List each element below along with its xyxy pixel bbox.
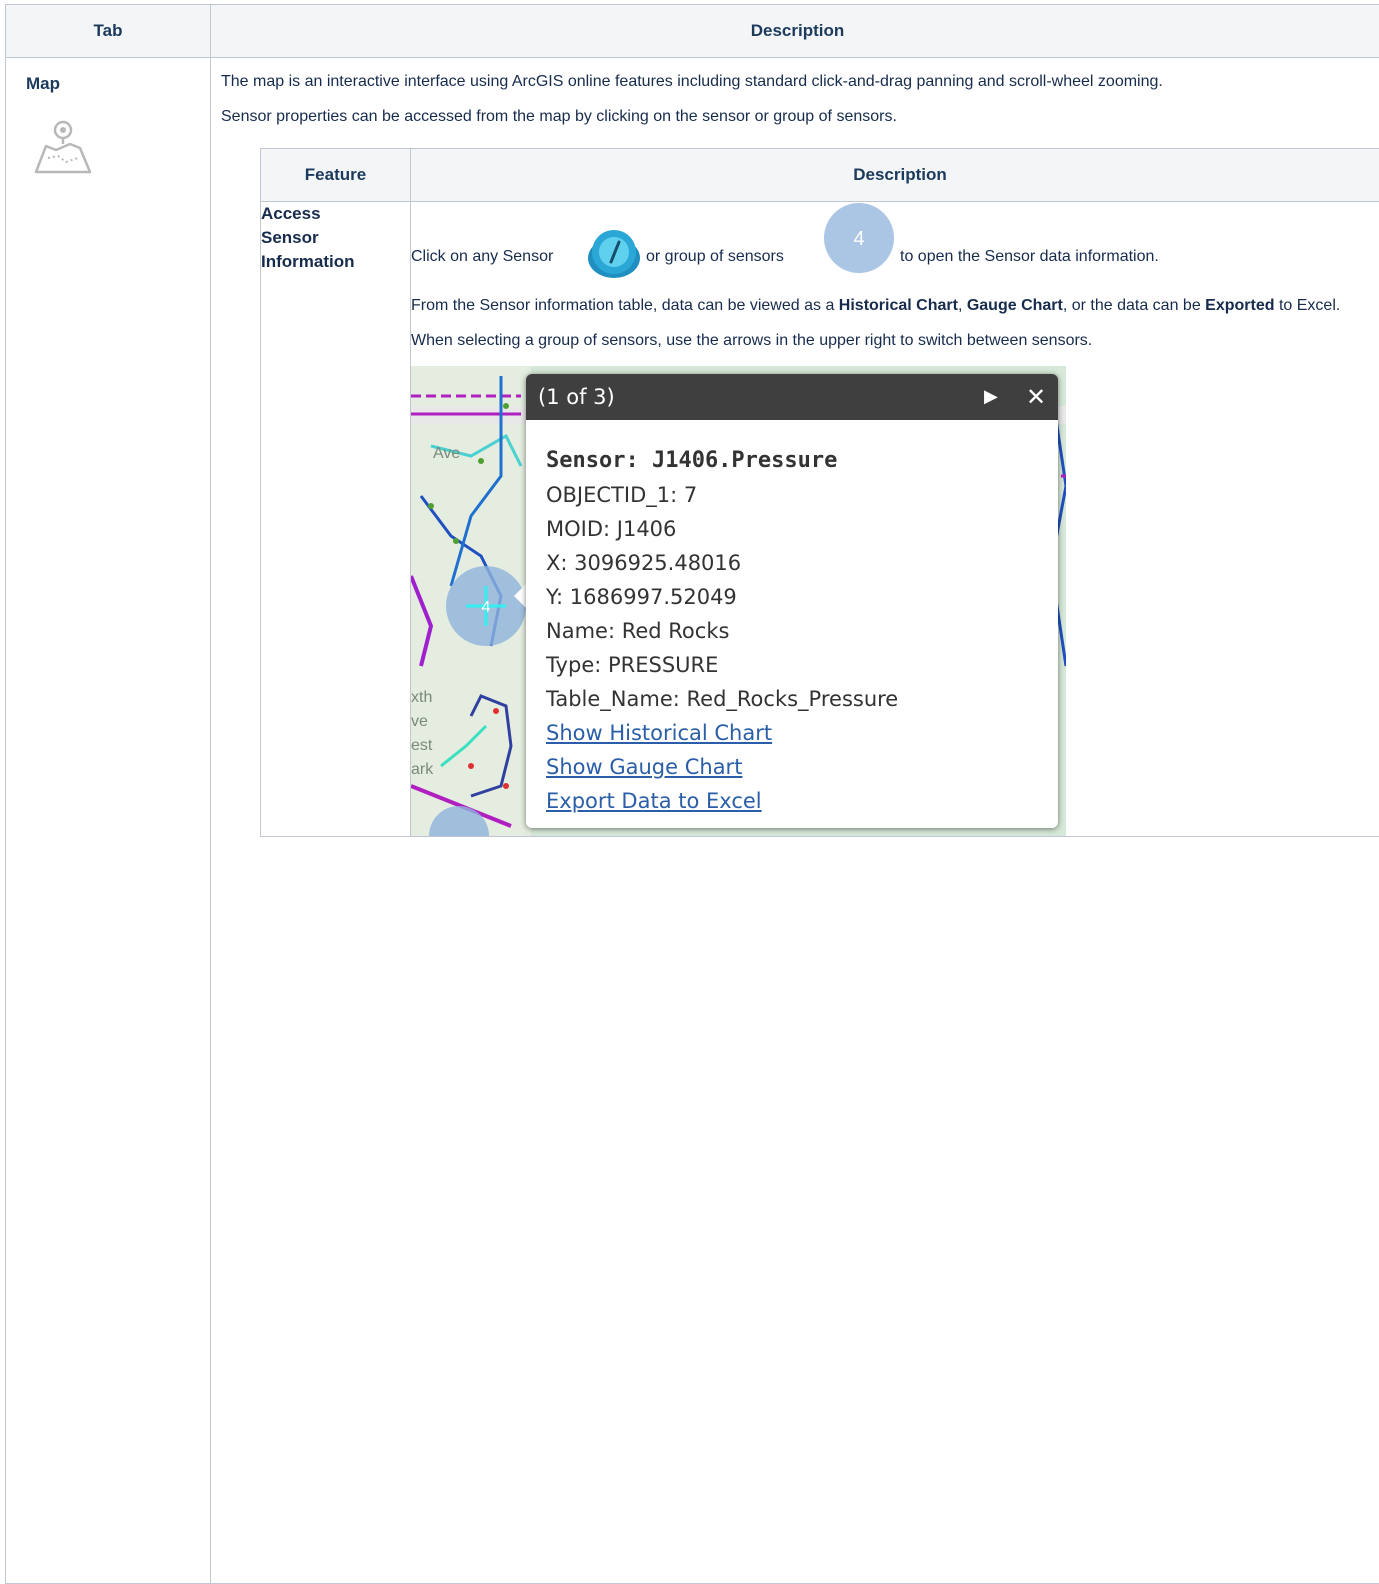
feature-cell: Access Sensor Information [261, 202, 411, 837]
click-text-2: or group of sensors [646, 248, 784, 266]
map-label-ve: ve [411, 713, 428, 730]
header-feature: Feature [261, 149, 411, 202]
popup-field-objectid: OBJECTID_1: 7 [546, 478, 1058, 512]
export-data-link[interactable]: Export Data to Excel [546, 784, 1058, 818]
close-icon[interactable]: ✕ [1026, 374, 1046, 420]
tab-cell: Map [6, 58, 211, 1584]
show-gauge-chart-link[interactable]: Show Gauge Chart [546, 750, 1058, 784]
popup-title: (1 of 3) [538, 385, 615, 409]
map-screenshot: 4 Ave xth ve est ark [411, 366, 1066, 836]
map-label-ave: Ave [433, 445, 460, 462]
map-pin-icon [32, 118, 94, 176]
feature-label: Access Sensor Information [261, 202, 381, 274]
popup-field-moid: MOID: J1406 [546, 512, 1058, 546]
popup-sensor-title: Sensor: J1406.Pressure [546, 444, 1058, 478]
popup-field-table-name: Table_Name: Red_Rocks_Pressure [546, 682, 1058, 716]
cluster-count: 4 [853, 228, 864, 250]
sensor-popup: (1 of 3) ▶ ✕ Sensor: J1406.Pressure OBJE… [526, 374, 1058, 828]
header-tab: Tab [6, 5, 211, 58]
map-label-est: est [411, 737, 433, 754]
show-historical-chart-link[interactable]: Show Historical Chart [546, 716, 1058, 750]
popup-header: (1 of 3) ▶ ✕ [526, 374, 1058, 420]
header-feature-description: Description [411, 149, 1379, 202]
feature-table: Feature Description Access Sensor Inform… [260, 148, 1379, 837]
map-label-ark: ark [411, 761, 434, 778]
sensor-gauge-icon [587, 224, 641, 280]
popup-field-type: Type: PRESSURE [546, 648, 1058, 682]
sensor-properties-paragraph: Sensor properties can be accessed from t… [221, 107, 1379, 126]
intro-paragraph: The map is an interactive interface usin… [221, 72, 1331, 91]
popup-field-x: X: 3096925.48016 [546, 546, 1058, 580]
data-views-paragraph: From the Sensor information table, data … [411, 296, 1341, 315]
map-label-xth: xth [411, 689, 432, 706]
popup-field-name: Name: Red Rocks [546, 614, 1058, 648]
click-text-1: Click on any Sensor [411, 248, 553, 266]
description-cell: The map is an interactive interface usin… [211, 58, 1379, 1584]
tab-name-map: Map [26, 74, 210, 94]
header-description: Description [211, 5, 1379, 58]
map-cluster-count: 4 [482, 599, 491, 616]
play-arrow-icon[interactable]: ▶ [984, 374, 998, 420]
feature-description-cell: Click on any Sensor or group of sensors [411, 202, 1379, 837]
popup-body: Sensor: J1406.Pressure OBJECTID_1: 7 MOI… [526, 420, 1058, 818]
click-instruction: Click on any Sensor or group of sensors [411, 202, 1379, 268]
group-arrows-paragraph: When selecting a group of sensors, use t… [411, 331, 1379, 350]
click-text-3: to open the Sensor data information. [900, 248, 1159, 266]
sensor-cluster-icon: 4 [823, 202, 895, 276]
popup-field-y: Y: 1686997.52049 [546, 580, 1058, 614]
tabs-description-table: Tab Description Map The map is an intera… [5, 4, 1379, 1584]
